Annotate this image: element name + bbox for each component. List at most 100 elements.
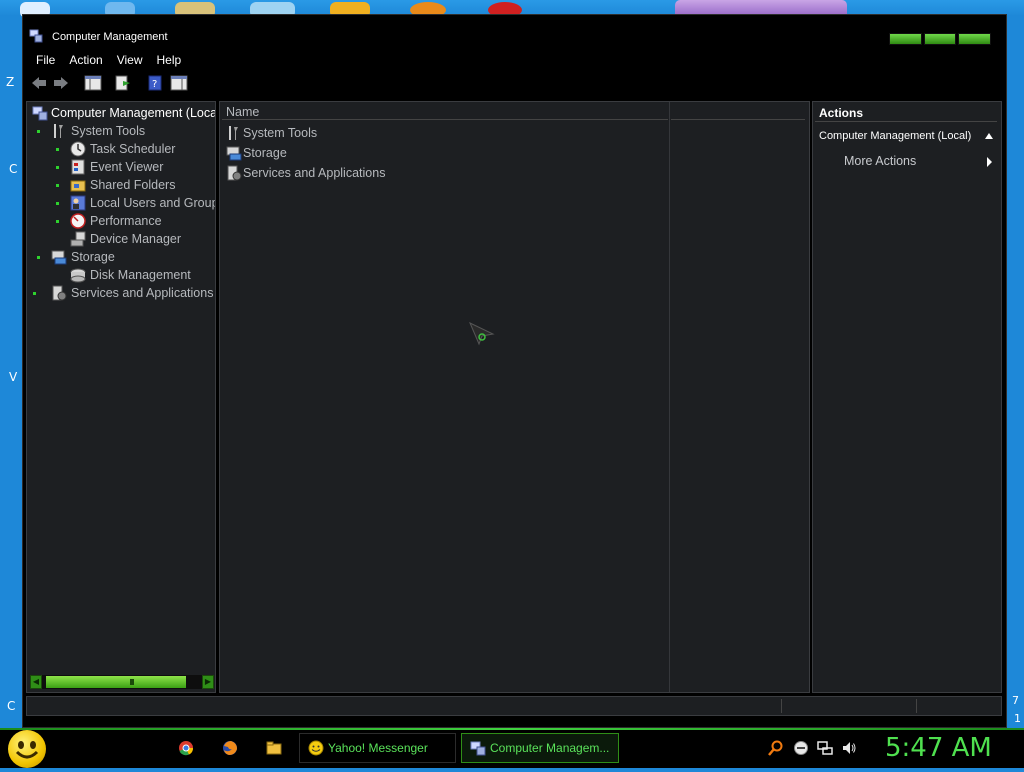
status-separator xyxy=(916,699,917,713)
expand-dot-icon xyxy=(33,292,36,295)
tree-label: Local Users and Groups xyxy=(90,196,216,210)
list-item-label: Storage xyxy=(243,146,287,160)
firefox-icon[interactable] xyxy=(222,740,238,756)
help-button[interactable]: ? xyxy=(145,73,165,93)
action-pane-icon xyxy=(170,75,188,91)
column-header-empty[interactable] xyxy=(671,104,805,120)
event-viewer-icon xyxy=(71,159,85,175)
tree-label: Storage xyxy=(71,250,115,264)
smiley-icon xyxy=(15,741,39,759)
results-pane: Name System Tools Storage Services and A… xyxy=(219,101,810,693)
window-controls xyxy=(889,33,992,45)
menu-action[interactable]: Action xyxy=(62,51,109,69)
maximize-button[interactable] xyxy=(923,33,957,45)
export-list-button[interactable] xyxy=(113,73,133,93)
menu-help[interactable]: Help xyxy=(150,51,189,69)
scroll-thumb[interactable] xyxy=(46,676,186,688)
performance-icon xyxy=(70,213,86,229)
forward-button[interactable] xyxy=(51,73,71,93)
expand-dot-icon xyxy=(56,184,59,187)
desktop-edge-glyph: 1 xyxy=(1014,712,1021,725)
forward-arrow-icon xyxy=(54,77,68,89)
clock-icon xyxy=(70,141,86,157)
column-divider xyxy=(669,102,670,692)
clock[interactable]: 5:47 AM xyxy=(885,732,992,764)
expand-dot-icon xyxy=(37,256,40,259)
list-item-label: System Tools xyxy=(243,126,318,140)
taskbar-computer-management[interactable]: Computer Managem... xyxy=(461,733,619,763)
computer-management-icon xyxy=(29,29,43,43)
window-title: Computer Management xyxy=(52,31,168,43)
tools-icon xyxy=(54,124,63,138)
scroll-grip-icon xyxy=(130,679,134,685)
export-list-icon xyxy=(115,75,130,91)
storage-icon xyxy=(51,250,67,265)
users-icon xyxy=(70,195,86,211)
collapse-up-icon[interactable] xyxy=(985,133,993,139)
tree-horizontal-scrollbar[interactable]: ◀ ▶ xyxy=(30,675,214,689)
taskbar-button-label: Computer Managem... xyxy=(490,741,610,755)
menu-view[interactable]: View xyxy=(110,51,150,69)
show-hide-action-pane-button[interactable] xyxy=(169,73,189,93)
status-bar xyxy=(26,696,1002,716)
expand-dot-icon xyxy=(56,148,59,151)
taskbar-glow xyxy=(0,728,1024,730)
minimize-button[interactable] xyxy=(889,33,922,45)
desktop-edge-glyph: C xyxy=(9,162,18,176)
desktop-edge-glyph: Z xyxy=(6,75,15,89)
tree-label: Shared Folders xyxy=(90,178,176,192)
volume-icon[interactable] xyxy=(841,740,857,756)
actions-pane: Actions Computer Management (Local) More… xyxy=(812,101,1002,693)
expand-dot-icon xyxy=(56,202,59,205)
scroll-right-button[interactable]: ▶ xyxy=(202,675,214,689)
console-tree-icon xyxy=(84,75,102,91)
more-actions-link[interactable]: More Actions xyxy=(844,154,916,168)
start-button[interactable] xyxy=(8,730,46,768)
close-button[interactable] xyxy=(958,33,992,45)
show-hide-console-tree-button[interactable] xyxy=(83,73,103,93)
taskbar-button-label: Yahoo! Messenger xyxy=(328,741,428,755)
help-icon: ? xyxy=(148,75,162,91)
back-button[interactable] xyxy=(29,73,49,93)
tree-label: System Tools xyxy=(71,124,146,138)
tree-label: Event Viewer xyxy=(90,160,164,174)
column-header-name[interactable]: Name xyxy=(222,104,668,120)
tree-label: Device Manager xyxy=(90,232,182,246)
storage-icon xyxy=(226,146,242,161)
computer-management-icon xyxy=(470,741,486,756)
desktop-edge-glyph: 7 xyxy=(1012,694,1019,707)
services-icon xyxy=(52,285,67,301)
minus-circle-icon[interactable] xyxy=(793,740,809,756)
menu-bar: File Action View Help xyxy=(23,51,188,69)
actions-section-title[interactable]: Computer Management (Local) xyxy=(819,130,971,142)
chrome-icon[interactable] xyxy=(178,740,194,756)
menu-file[interactable]: File xyxy=(23,51,62,69)
folder-icon[interactable] xyxy=(266,740,282,756)
submenu-arrow-icon xyxy=(987,157,992,167)
computer-management-window: Computer Management File Action View Hel… xyxy=(22,14,1007,728)
tree-root-label: Computer Management (Local) xyxy=(51,106,216,120)
scroll-left-button[interactable]: ◀ xyxy=(30,675,42,689)
services-icon xyxy=(227,165,242,181)
console-tree-pane: Computer Management (Local) System Tools… xyxy=(26,101,216,693)
back-arrow-icon xyxy=(32,77,46,89)
list-item-label: Services and Applications xyxy=(243,166,386,180)
tree-label: Performance xyxy=(90,214,162,228)
expand-dot-icon xyxy=(56,220,59,223)
network-icon[interactable] xyxy=(817,740,833,756)
taskbar: Yahoo! Messenger Computer Managem... 5:4… xyxy=(0,728,1024,768)
search-icon[interactable] xyxy=(768,740,784,756)
tree-label: Task Scheduler xyxy=(90,142,176,156)
taskbar-yahoo-messenger[interactable]: Yahoo! Messenger xyxy=(299,733,456,763)
computer-management-icon xyxy=(32,106,48,121)
mouse-cursor-icon xyxy=(469,322,495,346)
svg-text:?: ? xyxy=(152,79,157,90)
disk-icon xyxy=(70,268,86,283)
title-bar[interactable]: Computer Management xyxy=(23,21,1006,51)
tree-label: Disk Management xyxy=(90,268,191,282)
shared-folders-icon xyxy=(70,180,86,192)
device-manager-icon xyxy=(70,231,86,247)
desktop-edge-glyph: V xyxy=(9,370,18,384)
yahoo-smiley-icon xyxy=(308,740,324,756)
actions-header: Actions xyxy=(815,104,997,122)
